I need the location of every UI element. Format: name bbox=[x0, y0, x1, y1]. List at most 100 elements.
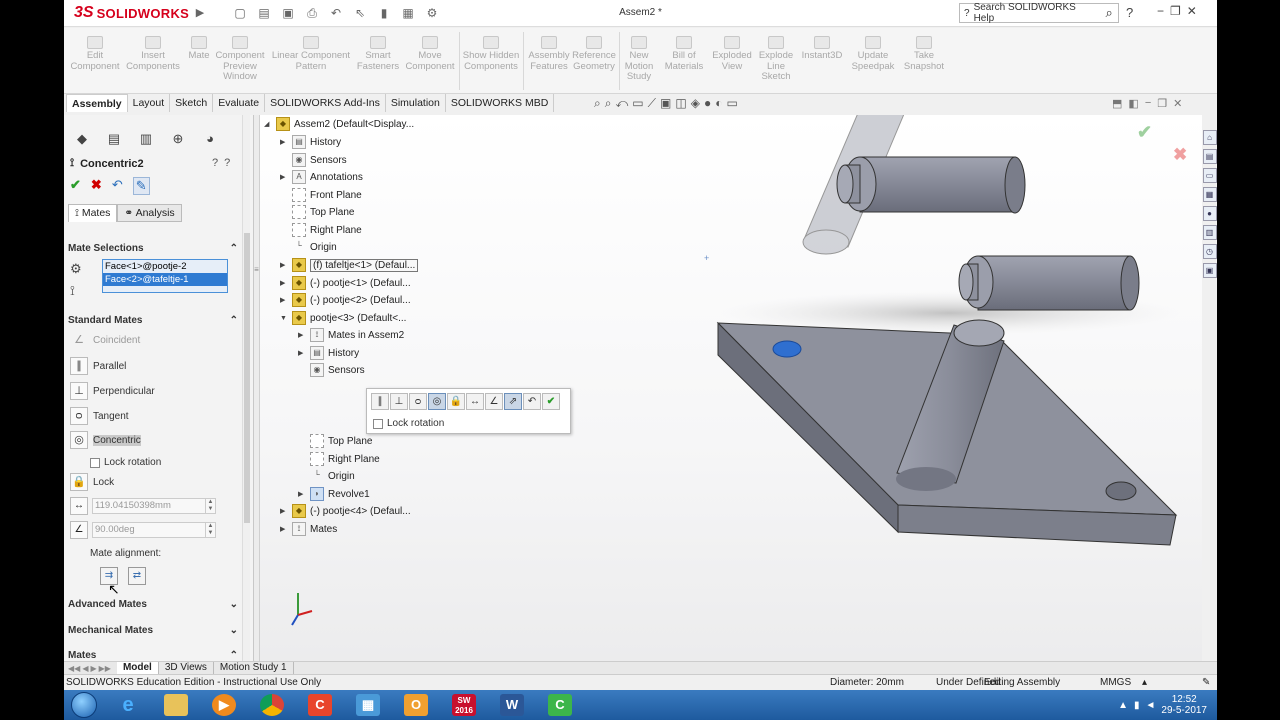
perpendicular-icon[interactable]: ⊥ bbox=[390, 393, 408, 410]
multiple-mate-icon[interactable]: ⟟ bbox=[70, 283, 88, 299]
tree-item-pootje-2[interactable]: ▶ ◆ (-) pootje<2> (Defaul... bbox=[280, 292, 411, 308]
units-selector[interactable]: MMGS bbox=[1100, 677, 1131, 688]
tab-mbd[interactable]: SOLIDWORKS MBD bbox=[446, 94, 555, 112]
explode-line-sketch-button[interactable]: Explode Line Sketch bbox=[756, 36, 796, 83]
design-library-icon[interactable]: ▦ bbox=[1202, 187, 1217, 202]
mate-selections-header[interactable]: Mate Selections ⌃ bbox=[68, 243, 238, 254]
undo-icon[interactable]: ↶ bbox=[112, 177, 123, 195]
viewport-restore-icon[interactable]: ❐ bbox=[1157, 97, 1167, 110]
tab-addins[interactable]: SOLIDWORKS Add-Ins bbox=[265, 94, 386, 112]
tree-item-sensors-sub[interactable]: ◉ Sensors bbox=[298, 362, 365, 378]
smart-fasteners-button[interactable]: Smart Fasteners bbox=[354, 36, 402, 72]
display-manager-tab-icon[interactable]: ◕ bbox=[196, 129, 224, 149]
appearances-icon[interactable]: ● bbox=[1202, 206, 1217, 221]
restore-icon[interactable]: ❐ bbox=[1170, 4, 1181, 18]
tree-item-revolve1[interactable]: ▶ ◗ Revolve1 bbox=[298, 486, 370, 502]
take-snapshot-button[interactable]: Take Snapshot bbox=[900, 36, 948, 72]
viewport-split-icon[interactable]: ◧ bbox=[1128, 97, 1138, 110]
configuration-manager-tab-icon[interactable]: ▥ bbox=[132, 129, 160, 149]
cancel-icon[interactable]: ✖ bbox=[91, 177, 102, 195]
standard-mates-header[interactable]: Standard Mates ⌃ bbox=[68, 315, 238, 326]
coincident-mate[interactable]: ∠ Coincident bbox=[70, 331, 140, 349]
previous-view-icon[interactable]: ⤺ bbox=[615, 96, 628, 111]
tree-item-history[interactable]: ▶ ▤ History bbox=[280, 134, 341, 150]
first-tab-icon[interactable]: ◀◀ bbox=[68, 664, 80, 673]
viewport-close-icon[interactable]: ✕ bbox=[1173, 97, 1182, 110]
flip-alignment-icon[interactable]: ⇗ bbox=[504, 393, 522, 410]
ok-icon[interactable]: ✔ bbox=[70, 177, 81, 195]
parallel-icon[interactable]: ∥ bbox=[371, 393, 389, 410]
taskbar-solidworks[interactable]: SW 2016 bbox=[442, 691, 486, 719]
parallel-mate[interactable]: ∥ Parallel bbox=[70, 357, 126, 375]
linear-pattern-button[interactable]: Linear Component Pattern bbox=[270, 36, 352, 72]
insert-components-button[interactable]: Insert Components bbox=[124, 36, 182, 72]
angle-icon[interactable]: ∠ bbox=[485, 393, 503, 410]
confirm-corner-ok-icon[interactable]: ✔ bbox=[1137, 122, 1152, 143]
collapse-icon[interactable]: ⌃ bbox=[230, 243, 238, 254]
expand-arrow-icon[interactable]: ▶ bbox=[280, 507, 288, 515]
taskbar-chrome[interactable] bbox=[250, 691, 294, 719]
taskbar-outlook[interactable]: O bbox=[394, 691, 438, 719]
customize-icon[interactable]: ✎ bbox=[1202, 677, 1210, 688]
volume-icon[interactable]: ◄ bbox=[1146, 700, 1156, 711]
instant3d-button[interactable]: Instant3D bbox=[798, 36, 846, 62]
tree-item-right-plane[interactable]: Right Plane bbox=[280, 222, 362, 238]
pm-scrollbar[interactable] bbox=[242, 115, 250, 661]
clock[interactable]: 12:52 29-5-2017 bbox=[1161, 694, 1207, 716]
tab-simulation[interactable]: Simulation bbox=[386, 94, 446, 112]
solidworks-forum-icon[interactable]: ◷ bbox=[1202, 244, 1217, 259]
tree-item-annotations[interactable]: ▶ A Annotations bbox=[280, 169, 363, 185]
popup-lock-rotation-checkbox[interactable]: Lock rotation bbox=[373, 418, 444, 429]
angle-field[interactable]: 90.00deg ▲ ▼ bbox=[92, 522, 216, 538]
collapse-icon[interactable]: ⌃ bbox=[230, 315, 238, 326]
lock-rotation-checkbox[interactable]: Lock rotation bbox=[90, 457, 161, 468]
concentric-mate[interactable]: ◎ Concentric bbox=[70, 431, 141, 449]
assembly-features-button[interactable]: Assembly Features bbox=[526, 36, 572, 72]
graphics-area[interactable]: + ◢ ◆ Assem2 (Default<Display... ▶ ▤ History… bbox=[260, 115, 1202, 661]
tab-mates[interactable]: ⟟ Mates bbox=[68, 204, 118, 222]
scroll-thumb[interactable] bbox=[244, 233, 250, 523]
search-input[interactable]: Search SOLIDWORKS Help bbox=[974, 2, 1097, 24]
zoom-area-icon[interactable]: ⌕ bbox=[605, 96, 612, 111]
tree-item-top-plane[interactable]: Top Plane bbox=[280, 204, 354, 220]
tab-model[interactable]: Model bbox=[116, 662, 159, 674]
distance-mate[interactable]: ↔ 119.04150398mm ▲ ▼ bbox=[70, 497, 216, 515]
expand-arrow-icon[interactable]: ▶ bbox=[280, 279, 288, 287]
minimize-icon[interactable]: − bbox=[1157, 4, 1164, 18]
property-manager-tab-icon[interactable]: ▤ bbox=[100, 129, 128, 149]
hide-show-icon[interactable]: ◈ bbox=[691, 96, 700, 111]
edit-component-button[interactable]: Edit Component bbox=[70, 36, 120, 72]
expand-icon[interactable]: ⌄ bbox=[230, 599, 238, 610]
tab-assembly[interactable]: Assembly bbox=[66, 94, 128, 112]
expand-arrow-icon[interactable]: ▶ bbox=[298, 331, 306, 339]
viewport-minimize-icon[interactable]: − bbox=[1145, 97, 1151, 110]
tab-layout[interactable]: Layout bbox=[128, 94, 171, 112]
selection-item[interactable]: Face<1>@pootje-2 bbox=[103, 260, 227, 273]
component-preview-button[interactable]: Component Preview Window bbox=[214, 36, 266, 83]
tangent-icon[interactable]: ᴑ bbox=[409, 393, 427, 410]
pushpin-icon[interactable]: ✎ bbox=[132, 177, 150, 195]
tree-item-mates-in-assem2[interactable]: ▶ ⟟ Mates in Assem2 bbox=[298, 327, 404, 343]
tree-item-mates[interactable]: ▶ ⟟ Mates bbox=[280, 521, 337, 537]
file-explorer-icon[interactable]: ▭ bbox=[1202, 168, 1217, 183]
last-tab-icon[interactable]: ▶▶ bbox=[99, 664, 111, 673]
tray-arrow-icon[interactable]: ▲ bbox=[1118, 700, 1128, 711]
tab-sketch[interactable]: Sketch bbox=[170, 94, 214, 112]
checkbox-box[interactable] bbox=[373, 418, 383, 429]
concentric-icon[interactable]: ◎ bbox=[428, 393, 446, 410]
taskbar-media-player[interactable]: ▶ bbox=[202, 691, 246, 719]
search-help-box[interactable]: ? Search SOLIDWORKS Help ⌕ bbox=[959, 2, 1119, 24]
help-icon[interactable]: ? bbox=[1126, 5, 1133, 20]
expand-arrow-icon[interactable]: ▶ bbox=[280, 261, 288, 269]
reference-geometry-button[interactable]: Reference Geometry bbox=[572, 36, 616, 72]
appearance-icon[interactable]: ● bbox=[704, 96, 711, 111]
show-hidden-button[interactable]: Show Hidden Components bbox=[462, 36, 520, 72]
tree-item-history-sub[interactable]: ▶ ▤ History bbox=[298, 345, 359, 361]
viewport-tile-icon[interactable]: ⬒ bbox=[1112, 97, 1122, 110]
exploded-view-button[interactable]: Exploded View bbox=[710, 36, 754, 72]
zoom-fit-icon[interactable]: ⌕ bbox=[594, 96, 601, 111]
tree-item-origin[interactable]: └ Origin bbox=[280, 239, 337, 255]
expand-arrow-icon[interactable]: ▶ bbox=[280, 138, 288, 146]
confirm-corner-cancel-icon[interactable]: ✖ bbox=[1173, 145, 1187, 165]
dimxpert-tab-icon[interactable]: ⊕ bbox=[164, 129, 192, 149]
